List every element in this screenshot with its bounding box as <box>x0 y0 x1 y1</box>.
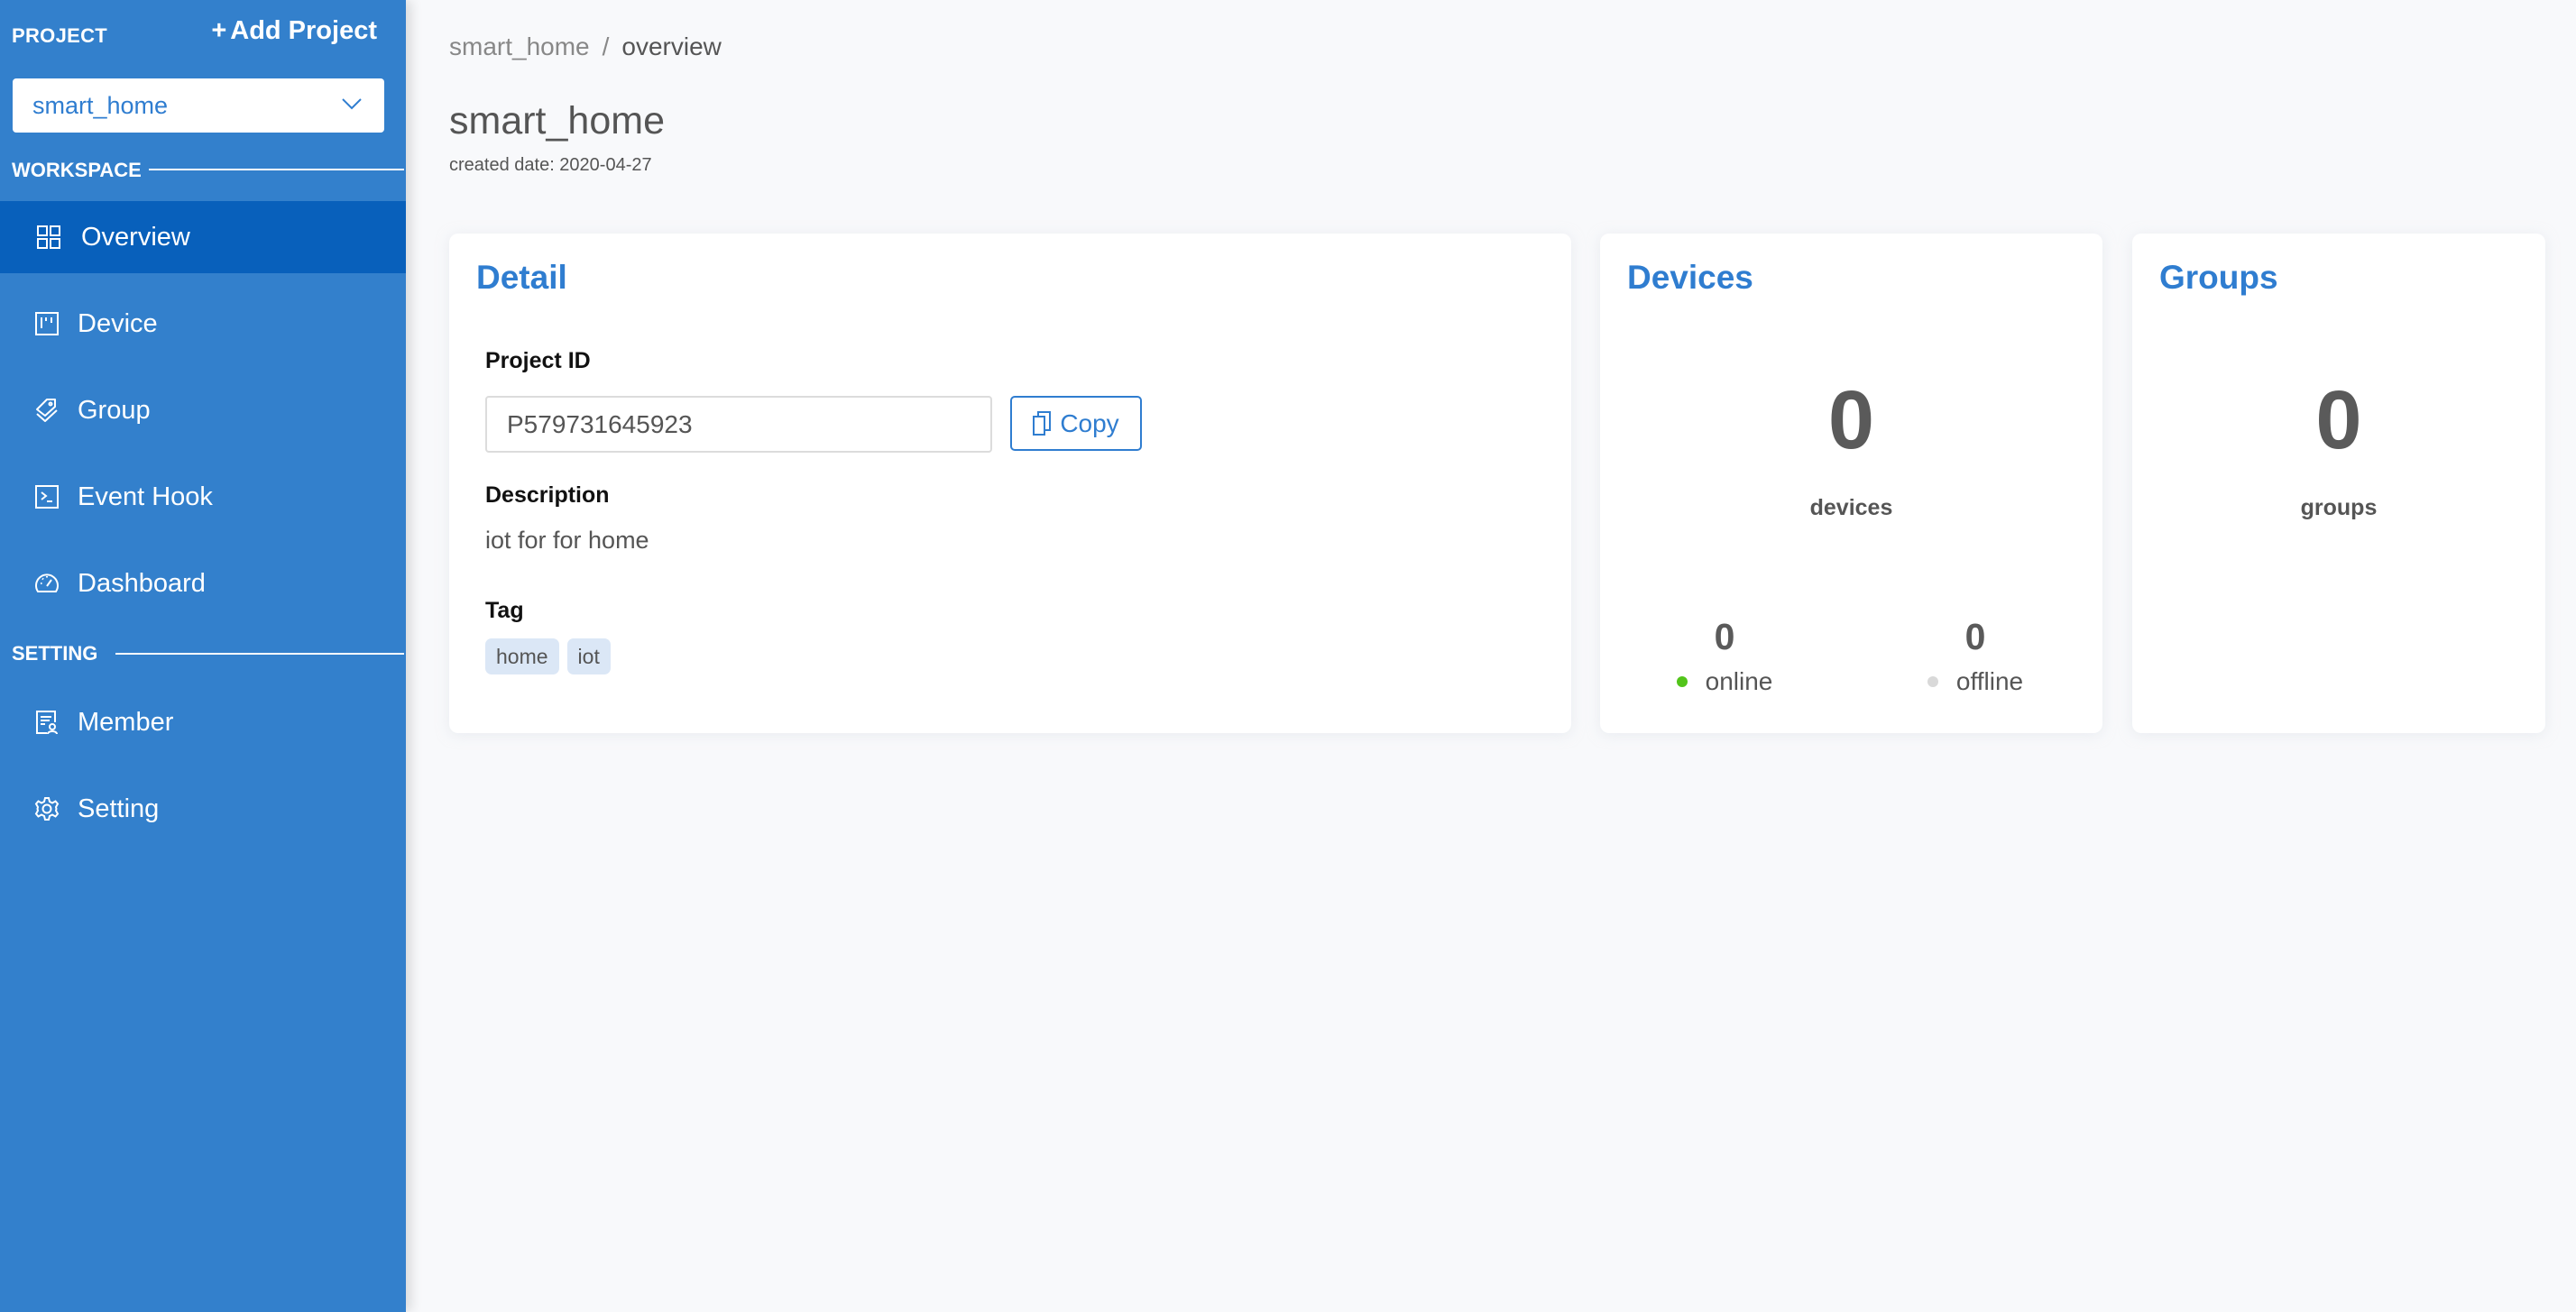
groups-total-count: 0 <box>2315 374 2362 466</box>
sidebar-item-group[interactable]: Group <box>0 374 406 446</box>
sidebar-item-label: Event Hook <box>78 482 213 511</box>
add-project-button[interactable]: + Add Project <box>211 16 377 46</box>
sidebar-item-label: Overview <box>81 222 190 252</box>
sidebar-item-setting[interactable]: Setting <box>0 773 406 845</box>
copy-button-label: Copy <box>1060 408 1119 437</box>
project-id-label: Project ID <box>485 348 591 373</box>
workspace-section-label: WORKSPACE <box>12 159 142 181</box>
sidebar-item-label: Group <box>78 395 151 425</box>
breadcrumb-separator: / <box>602 32 610 60</box>
workspace-divider <box>149 169 404 170</box>
devices-card: Devices 0 devices 0 online 0 offline <box>1600 234 2102 733</box>
offline-stat: 0 offline <box>1885 616 2065 696</box>
dashboard-gauge-icon <box>34 571 60 596</box>
devices-card-title: Devices <box>1627 259 1753 296</box>
setting-section-label: SETTING <box>12 642 98 665</box>
sidebar-item-label: Setting <box>78 794 160 823</box>
online-label: online <box>1705 667 1773 695</box>
description-value: iot for for home <box>485 527 649 554</box>
breadcrumb-parent-link[interactable]: smart_home <box>449 32 590 60</box>
sidebar-item-label: Member <box>78 707 174 737</box>
sidebar-item-label: Device <box>78 308 158 338</box>
plus-icon: + <box>211 16 227 45</box>
online-count: 0 <box>1714 616 1735 657</box>
devices-total-count: 0 <box>1827 374 1875 466</box>
description-label: Description <box>485 482 610 508</box>
setting-divider <box>115 653 404 655</box>
gear-icon <box>34 796 60 821</box>
project-section-label: PROJECT <box>12 24 108 47</box>
tag-label: Tag <box>485 598 524 623</box>
devices-total-label: devices <box>1809 495 1893 520</box>
terminal-icon <box>34 484 60 509</box>
tag-iot: iot <box>566 638 611 674</box>
sidebar-item-dashboard[interactable]: Dashboard <box>0 547 406 619</box>
copy-button[interactable]: Copy <box>1010 396 1142 451</box>
sidebar-item-device[interactable]: Device <box>0 288 406 360</box>
project-select[interactable]: smart_home <box>13 78 384 133</box>
copy-icon <box>1033 410 1052 436</box>
groups-card-title: Groups <box>2159 259 2278 296</box>
offline-status-dot <box>1927 676 1938 687</box>
tags-icon <box>34 398 60 423</box>
device-board-icon <box>34 311 60 336</box>
project-select-value: smart_home <box>32 91 169 119</box>
groups-total-label: groups <box>2300 495 2378 520</box>
online-stat: 0 online <box>1634 616 1815 696</box>
tag-list: home iot <box>485 638 611 674</box>
sidebar-item-member[interactable]: Member <box>0 686 406 758</box>
member-certificate-icon <box>34 710 60 735</box>
groups-card: Groups 0 groups <box>2132 234 2545 733</box>
offline-label: offline <box>1955 667 2024 695</box>
online-status-dot <box>1676 676 1688 687</box>
sidebar-item-overview[interactable]: Overview <box>0 201 406 273</box>
created-date: created date: 2020-04-27 <box>449 155 652 175</box>
add-project-label: Add Project <box>230 16 377 45</box>
offline-count: 0 <box>1964 616 1986 657</box>
chevron-down-icon <box>342 98 362 110</box>
sidebar-item-label: Dashboard <box>78 568 206 598</box>
detail-card-title: Detail <box>476 259 567 296</box>
tag-home: home <box>485 638 559 674</box>
sidebar-item-event-hook[interactable]: Event Hook <box>0 461 406 533</box>
page-title: smart_home <box>449 99 665 142</box>
grid-icon <box>36 225 61 250</box>
sidebar: PROJECT + Add Project smart_home WORKSPAC… <box>0 0 406 1312</box>
detail-card: Detail Project ID Copy Description iot f… <box>449 234 1571 733</box>
breadcrumb-current: overview <box>621 32 722 60</box>
breadcrumb: smart_home / overview <box>449 32 722 61</box>
project-id-field[interactable] <box>485 396 992 453</box>
